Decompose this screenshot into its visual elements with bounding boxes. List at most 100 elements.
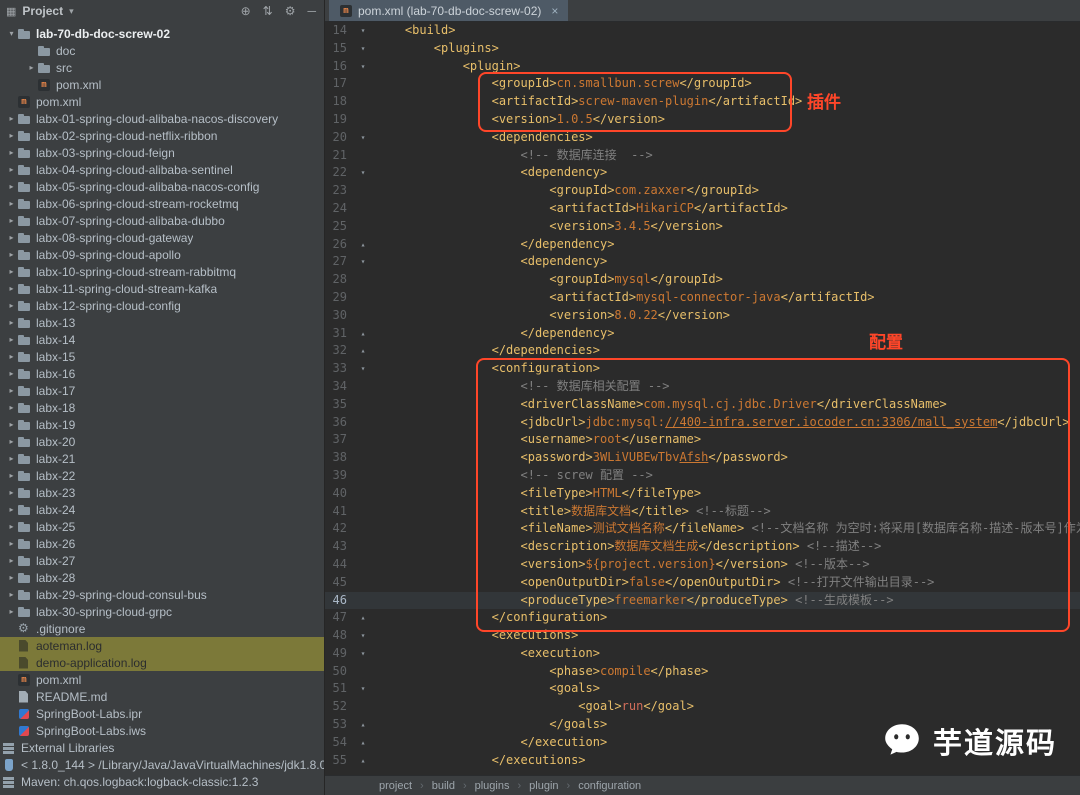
tree-item[interactable]: ▸ labx-04-spring-cloud-alibaba-sentinel — [0, 161, 324, 178]
chevron-right-icon[interactable]: ▸ — [6, 488, 17, 497]
tree-item[interactable]: ▸ labx-15 — [0, 348, 324, 365]
chevron-right-icon[interactable]: ▸ — [6, 250, 17, 259]
chevron-right-icon[interactable]: ▸ — [6, 216, 17, 225]
project-panel-title[interactable]: Project — [22, 4, 63, 18]
fold-icon[interactable]: ▾ — [353, 627, 373, 645]
tree-item[interactable]: ▸ labx-19 — [0, 416, 324, 433]
tree-item[interactable]: ▸ labx-11-spring-cloud-stream-kafka — [0, 280, 324, 297]
code-text[interactable]: <artifactId>HikariCP</artifactId> — [373, 200, 787, 218]
code-text[interactable]: <plugins> — [373, 40, 499, 58]
code-text[interactable]: <goal>run</goal> — [373, 698, 694, 716]
code-text[interactable]: <title>数据库文档</title> <!--标题--> — [373, 503, 771, 521]
code-text[interactable]: <password>3WLiVUBEwTbvAfsh</password> — [373, 449, 788, 467]
code-text[interactable]: <version>1.0.5</version> — [373, 111, 665, 129]
tree-item[interactable]: External Libraries — [0, 739, 324, 756]
chevron-right-icon[interactable]: ▸ — [6, 352, 17, 361]
chevron-right-icon[interactable]: ▸ — [6, 267, 17, 276]
code-text[interactable]: <!-- 数据库连接 --> — [373, 147, 653, 165]
fold-icon[interactable]: ▾ — [353, 22, 373, 40]
code-text[interactable]: <version>3.4.5</version> — [373, 218, 722, 236]
fold-icon[interactable]: ▾ — [353, 680, 373, 698]
code-text[interactable]: <openOutputDir>false</openOutputDir> <!-… — [373, 574, 935, 592]
code-text[interactable]: </configuration> — [373, 609, 608, 627]
chevron-right-icon[interactable]: ▸ — [6, 386, 17, 395]
chevron-right-icon[interactable]: ▸ — [6, 199, 17, 208]
tree-item[interactable]: ▸ labx-16 — [0, 365, 324, 382]
chevron-right-icon[interactable]: ▸ — [6, 437, 17, 446]
fold-icon[interactable]: ▴ — [353, 752, 373, 770]
code-text[interactable]: <artifactId>mysql-connector-java</artifa… — [373, 289, 874, 307]
chevron-right-icon[interactable]: ▸ — [6, 420, 17, 429]
fold-icon[interactable]: ▴ — [353, 342, 373, 360]
tree-item[interactable]: ▸ labx-22 — [0, 467, 324, 484]
code-text[interactable]: <phase>compile</phase> — [373, 663, 708, 681]
tree-item[interactable]: ▸ labx-27 — [0, 552, 324, 569]
tree-item[interactable]: pom.xml — [0, 93, 324, 110]
tree-item[interactable]: ▸ labx-14 — [0, 331, 324, 348]
chevron-right-icon[interactable]: ▸ — [6, 556, 17, 565]
chevron-right-icon[interactable]: ▸ — [6, 284, 17, 293]
fold-icon[interactable]: ▾ — [353, 253, 373, 271]
chevron-right-icon[interactable]: ▸ — [6, 505, 17, 514]
fold-icon[interactable]: ▾ — [353, 129, 373, 147]
breadcrumb-item[interactable]: project — [379, 780, 412, 792]
code-text[interactable]: <dependency> — [373, 253, 608, 271]
code-text[interactable]: <groupId>cn.smallbun.screw</groupId> — [373, 75, 752, 93]
chevron-right-icon[interactable]: ▸ — [6, 590, 17, 599]
code-text[interactable]: </dependencies> — [373, 342, 600, 360]
code-text[interactable]: <execution> — [373, 645, 600, 663]
fold-icon[interactable]: ▾ — [353, 40, 373, 58]
chevron-right-icon[interactable]: ▸ — [6, 403, 17, 412]
tree-item[interactable]: ▸ labx-28 — [0, 569, 324, 586]
chevron-right-icon[interactable]: ▸ — [6, 148, 17, 157]
sort-icon[interactable]: ⇅ — [263, 4, 273, 18]
code-text[interactable]: <username>root</username> — [373, 431, 702, 449]
chevron-right-icon[interactable]: ▸ — [6, 301, 17, 310]
code-text[interactable]: </dependency> — [373, 236, 615, 254]
tree-item[interactable]: ▸ labx-08-spring-cloud-gateway — [0, 229, 324, 246]
breadcrumb-item[interactable]: configuration — [559, 780, 641, 792]
tree-item[interactable]: ▸ labx-03-spring-cloud-feign — [0, 144, 324, 161]
chevron-right-icon[interactable]: ▸ — [6, 522, 17, 531]
tree-item[interactable]: ▸ labx-12-spring-cloud-config — [0, 297, 324, 314]
chevron-right-icon[interactable]: ▸ — [26, 63, 37, 72]
code-text[interactable]: </execution> — [373, 734, 608, 752]
chevron-right-icon[interactable]: ▸ — [6, 165, 17, 174]
tree-item[interactable]: ▸ labx-09-spring-cloud-apollo — [0, 246, 324, 263]
project-tool-window-icon[interactable]: ▦ — [6, 5, 16, 18]
code-text[interactable]: <fileType>HTML</fileType> — [373, 485, 702, 503]
settings-icon[interactable]: ⚙ — [285, 4, 296, 18]
code-text[interactable]: <produceType>freemarker</produceType> <!… — [373, 592, 894, 610]
code-text[interactable]: <driverClassName>com.mysql.cj.jdbc.Drive… — [373, 396, 947, 414]
code-text[interactable]: <configuration> — [373, 360, 600, 378]
chevron-right-icon[interactable]: ▸ — [6, 454, 17, 463]
code-text[interactable]: <artifactId>screw-maven-plugin</artifact… — [373, 93, 803, 111]
chevron-right-icon[interactable]: ▸ — [6, 539, 17, 548]
fold-icon[interactable]: ▴ — [353, 609, 373, 627]
breadcrumb-item[interactable]: plugin — [509, 780, 558, 792]
code-area[interactable]: 14 ▾ <build> 15 ▾ <plugins> 16 ▾ <plugin> 17 <… — [325, 22, 1080, 775]
tree-item[interactable]: aoteman.log — [0, 637, 324, 654]
chevron-right-icon[interactable]: ▸ — [6, 182, 17, 191]
fold-icon[interactable]: ▴ — [353, 236, 373, 254]
close-icon[interactable]: × — [551, 4, 558, 18]
fold-icon[interactable]: ▴ — [353, 325, 373, 343]
tree-item[interactable]: ▸ labx-29-spring-cloud-consul-bus — [0, 586, 324, 603]
tree-item[interactable]: demo-application.log — [0, 654, 324, 671]
tree-item[interactable]: Maven: ch.qos.logback:logback-classic:1.… — [0, 773, 324, 790]
fold-icon[interactable]: ▴ — [353, 734, 373, 752]
fold-icon[interactable]: ▾ — [353, 164, 373, 182]
tree-item[interactable]: ▸ labx-24 — [0, 501, 324, 518]
tree-item[interactable]: pom.xml — [0, 671, 324, 688]
tree-item[interactable]: ▸ labx-18 — [0, 399, 324, 416]
fold-icon[interactable]: ▴ — [353, 716, 373, 734]
code-text[interactable]: <goals> — [373, 680, 600, 698]
chevron-right-icon[interactable]: ▸ — [6, 131, 17, 140]
tree-item[interactable]: .gitignore — [0, 620, 324, 637]
code-text[interactable]: </dependency> — [373, 325, 615, 343]
tab-pom-xml[interactable]: pom.xml (lab-70-db-doc-screw-02) × — [329, 0, 569, 21]
breadcrumb-item[interactable]: plugins — [455, 780, 510, 792]
chevron-right-icon[interactable]: ▸ — [6, 335, 17, 344]
tree-item[interactable]: ▸ labx-25 — [0, 518, 324, 535]
tree-item[interactable]: pom.xml — [0, 76, 324, 93]
